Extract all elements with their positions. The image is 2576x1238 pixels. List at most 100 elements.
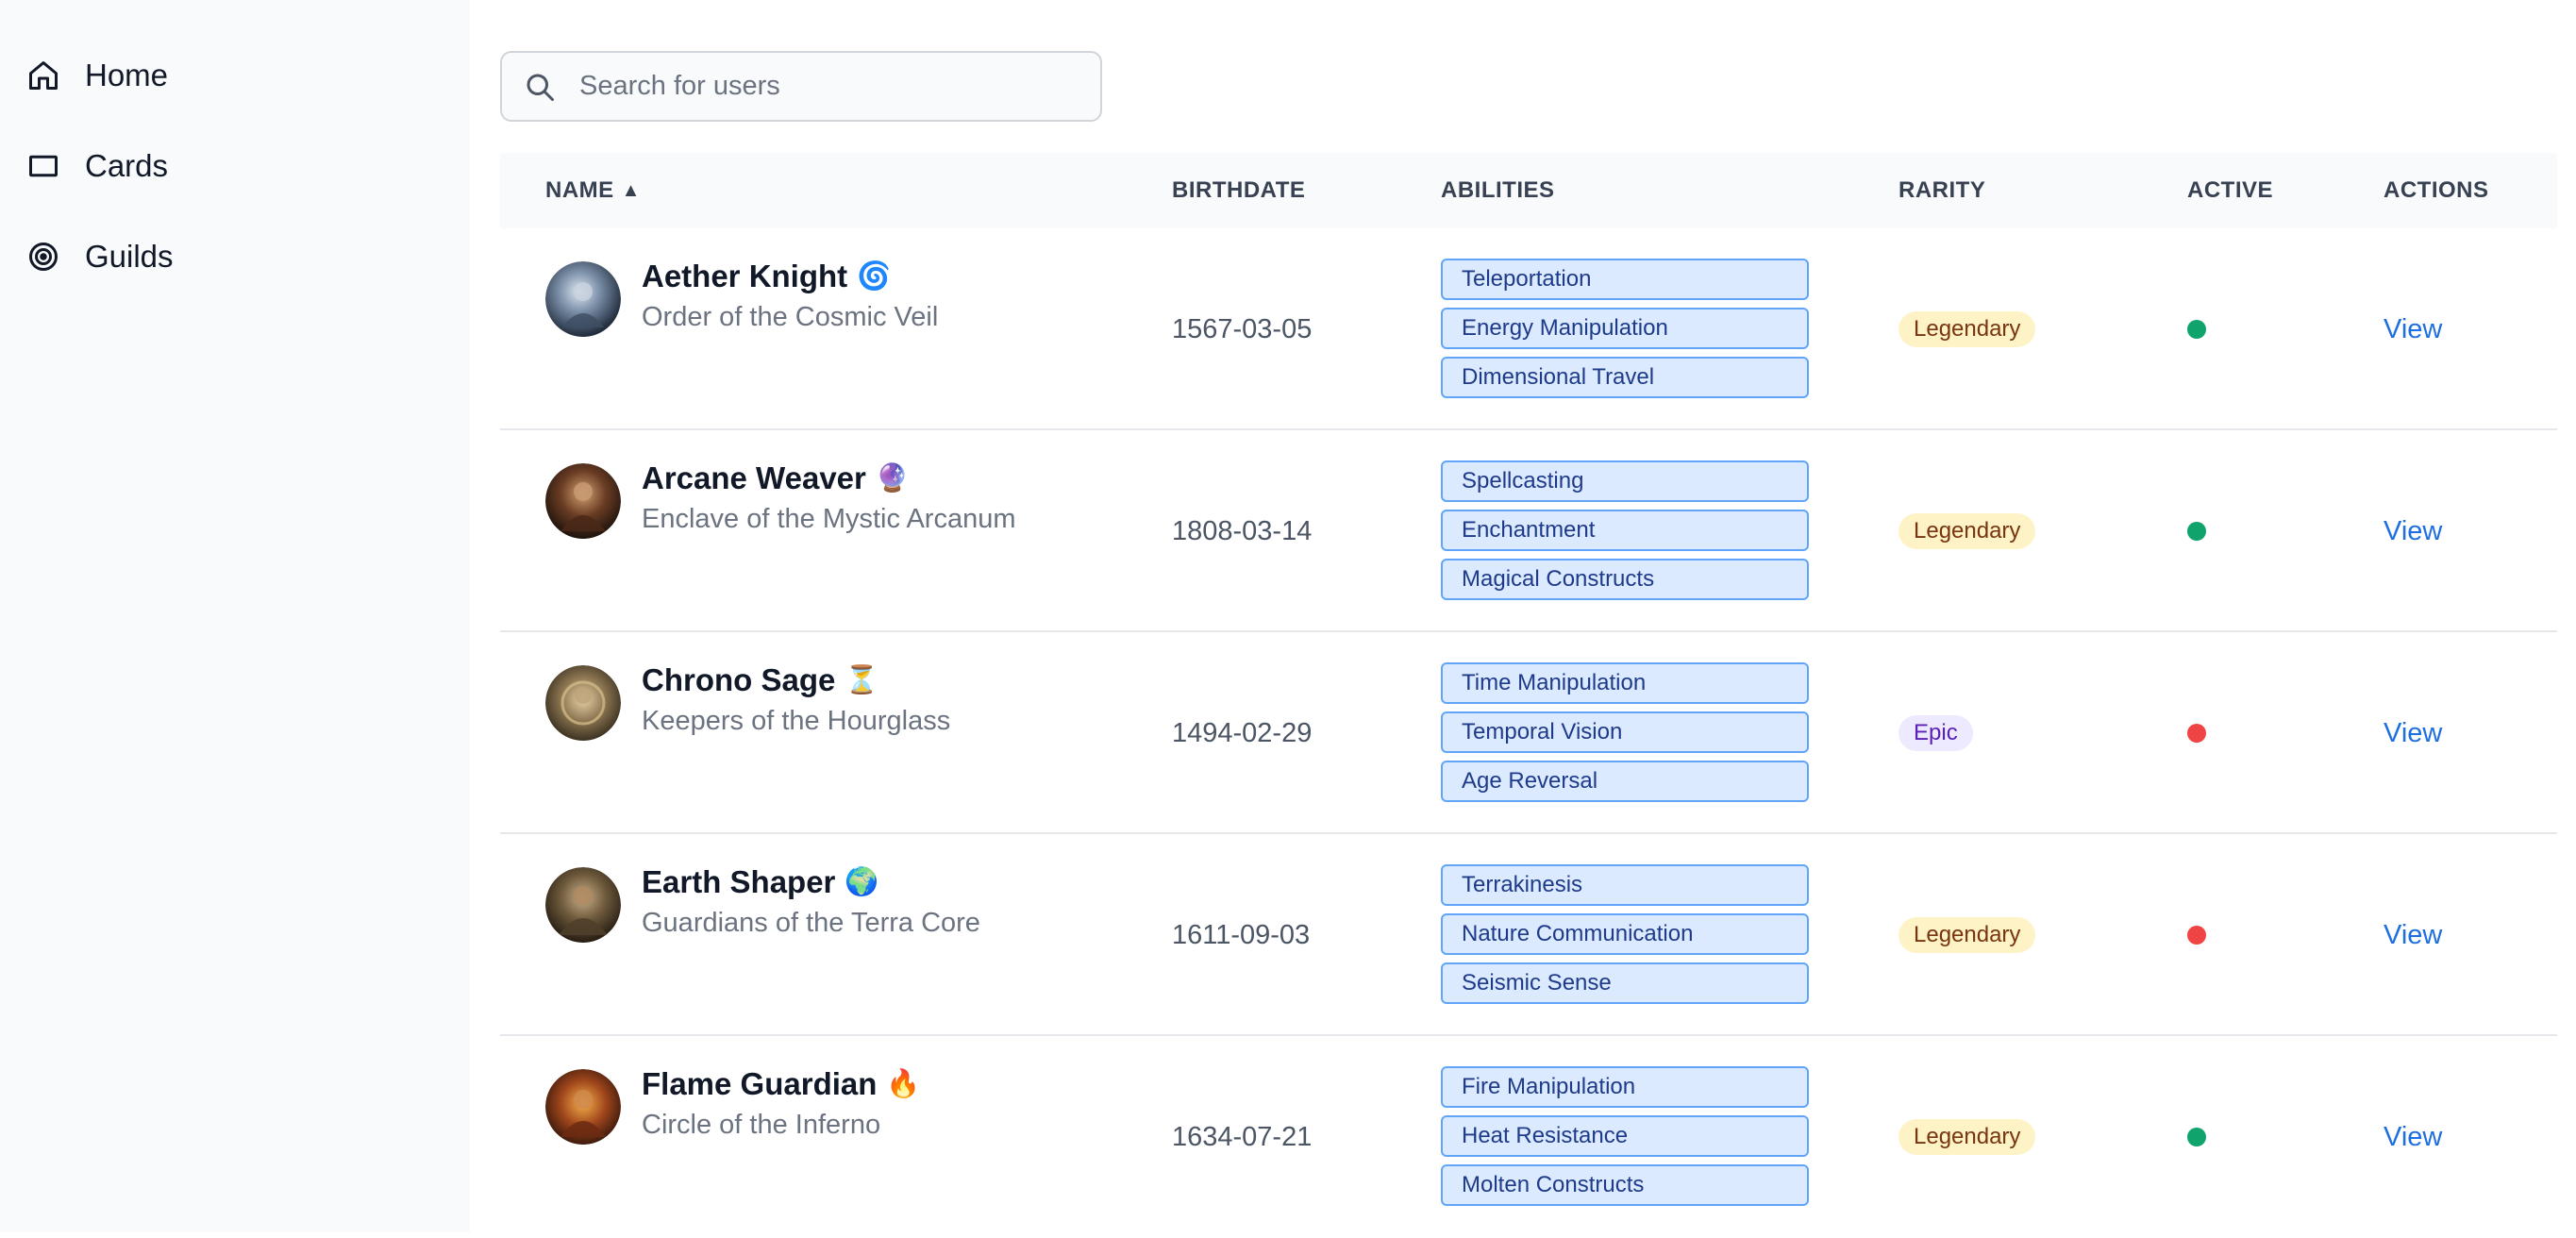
- active-cell: [2187, 834, 2206, 1036]
- ability-tag: Fire Manipulation: [1441, 1066, 1809, 1108]
- rarity-badge: Legendary: [1899, 311, 2036, 347]
- home-icon: [25, 57, 62, 94]
- inactive-status-dot: [2187, 724, 2206, 743]
- character-name: Flame Guardian 🔥: [642, 1066, 921, 1102]
- rarity-badge: Epic: [1899, 715, 1973, 751]
- character-guild: Circle of the Inferno: [642, 1110, 881, 1140]
- character-name-text: Aether Knight: [642, 259, 848, 293]
- ability-tag: Energy Manipulation: [1441, 308, 1809, 349]
- abilities-list: Time Manipulation Temporal Vision Age Re…: [1441, 662, 1809, 810]
- column-header-actions: ACTIONS: [2384, 177, 2489, 203]
- hourglass-icon: ⏳: [845, 665, 879, 695]
- character-name: Arcane Weaver 🔮: [642, 460, 910, 496]
- birthdate: 1494-02-29: [1172, 717, 1313, 748]
- character-name-text: Arcane Weaver: [642, 460, 866, 495]
- ability-tag: Enchantment: [1441, 510, 1809, 551]
- globe-icon: 🌍: [845, 867, 879, 897]
- active-cell: [2187, 1036, 2206, 1238]
- sidebar-item-home[interactable]: Home: [0, 30, 470, 121]
- character-name-text: Earth Shaper: [642, 864, 836, 899]
- column-header-rarity: RARITY: [1899, 177, 1986, 203]
- birthdate: 1808-03-14: [1172, 515, 1313, 546]
- ability-tag: Terrakinesis: [1441, 864, 1809, 906]
- rarity-badge: Legendary: [1899, 917, 2036, 953]
- search-input[interactable]: [577, 70, 1087, 103]
- column-header-label: NAME: [545, 177, 614, 203]
- actions-cell: View: [2384, 228, 2442, 430]
- active-status-dot: [2187, 320, 2206, 339]
- table-row: Arcane Weaver 🔮 Enclave of the Mystic Ar…: [500, 430, 2557, 632]
- view-link[interactable]: View: [2384, 920, 2442, 951]
- abilities-list: Fire Manipulation Heat Resistance Molten…: [1441, 1066, 1809, 1213]
- birthdate: 1567-03-05: [1172, 313, 1313, 344]
- column-header-birthdate: BIRTHDATE: [1172, 177, 1306, 203]
- abilities-list: Spellcasting Enchantment Magical Constru…: [1441, 460, 1809, 608]
- view-link[interactable]: View: [2384, 718, 2442, 749]
- rectangle-icon: [25, 147, 62, 185]
- actions-cell: View: [2384, 834, 2442, 1036]
- sidebar-item-label: Home: [85, 58, 169, 92]
- search-icon: [521, 68, 559, 106]
- rarity-cell: Epic: [1899, 632, 1973, 834]
- avatar: [545, 867, 621, 943]
- sidebar-item-label: Guilds: [85, 239, 174, 274]
- crystal-ball-icon: 🔮: [875, 463, 910, 494]
- character-name: Earth Shaper 🌍: [642, 864, 879, 900]
- character-guild: Guardians of the Terra Core: [642, 908, 980, 938]
- view-link[interactable]: View: [2384, 516, 2442, 547]
- active-cell: [2187, 228, 2206, 430]
- character-guild: Keepers of the Hourglass: [642, 706, 951, 736]
- table-row: Chrono Sage ⏳ Keepers of the Hourglass 1…: [500, 632, 2557, 834]
- character-name: Chrono Sage ⏳: [642, 662, 878, 698]
- sort-ascending-icon: ▲: [621, 179, 641, 201]
- avatar: [545, 261, 621, 337]
- active-status-dot: [2187, 522, 2206, 541]
- ability-tag: Magical Constructs: [1441, 559, 1809, 600]
- ability-tag: Nature Communication: [1441, 913, 1809, 955]
- rarity-cell: Legendary: [1899, 430, 2036, 632]
- sidebar-item-label: Cards: [85, 148, 169, 183]
- spiral-icon: 🌀: [857, 261, 892, 292]
- active-cell: [2187, 632, 2206, 834]
- ability-tag: Seismic Sense: [1441, 962, 1809, 1004]
- abilities-list: Teleportation Energy Manipulation Dimens…: [1441, 259, 1809, 406]
- character-guild: Order of the Cosmic Veil: [642, 302, 939, 332]
- character-name-text: Chrono Sage: [642, 662, 836, 697]
- sidebar-item-guilds[interactable]: Guilds: [0, 211, 470, 302]
- sidebar: Home Cards Guilds: [0, 0, 470, 1232]
- table-row: Aether Knight 🌀 Order of the Cosmic Veil…: [500, 228, 2557, 430]
- inactive-status-dot: [2187, 926, 2206, 945]
- rarity-cell: Legendary: [1899, 834, 2036, 1036]
- fire-icon: 🔥: [886, 1069, 921, 1099]
- character-name-text: Flame Guardian: [642, 1066, 878, 1101]
- sidebar-item-cards[interactable]: Cards: [0, 121, 470, 211]
- target-icon: [25, 238, 62, 276]
- column-header-name[interactable]: NAME ▲: [545, 153, 641, 228]
- ability-tag: Age Reversal: [1441, 761, 1809, 802]
- ability-tag: Dimensional Travel: [1441, 357, 1809, 398]
- avatar: [545, 1069, 621, 1145]
- column-header-active: ACTIVE: [2187, 177, 2274, 203]
- rarity-cell: Legendary: [1899, 228, 2036, 430]
- actions-cell: View: [2384, 430, 2442, 632]
- view-link[interactable]: View: [2384, 314, 2442, 345]
- search-box[interactable]: [500, 51, 1102, 122]
- ability-tag: Time Manipulation: [1441, 662, 1809, 704]
- users-table: NAME ▲ BIRTHDATE ABILITIES RARITY ACTIVE…: [500, 153, 2557, 1238]
- ability-tag: Teleportation: [1441, 259, 1809, 300]
- column-header-abilities: ABILITIES: [1441, 177, 1555, 203]
- active-cell: [2187, 430, 2206, 632]
- birthdate: 1611-09-03: [1172, 919, 1311, 950]
- ability-tag: Molten Constructs: [1441, 1164, 1809, 1206]
- ability-tag: Heat Resistance: [1441, 1115, 1809, 1157]
- table-row: Earth Shaper 🌍 Guardians of the Terra Co…: [500, 834, 2557, 1036]
- actions-cell: View: [2384, 632, 2442, 834]
- view-link[interactable]: View: [2384, 1122, 2442, 1153]
- active-status-dot: [2187, 1128, 2206, 1146]
- character-name: Aether Knight 🌀: [642, 259, 891, 294]
- ability-tag: Spellcasting: [1441, 460, 1809, 502]
- rarity-badge: Legendary: [1899, 513, 2036, 549]
- table-row: Flame Guardian 🔥 Circle of the Inferno 1…: [500, 1036, 2557, 1238]
- birthdate: 1634-07-21: [1172, 1121, 1313, 1152]
- abilities-list: Terrakinesis Nature Communication Seismi…: [1441, 864, 1809, 1012]
